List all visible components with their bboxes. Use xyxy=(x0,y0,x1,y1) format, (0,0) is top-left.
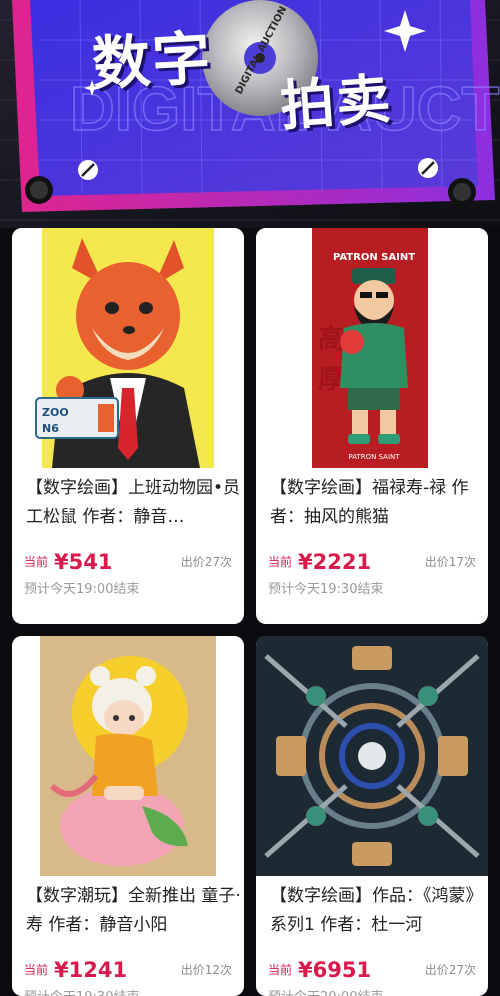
banner-title-right: 拍卖 xyxy=(278,67,395,138)
item-title: 【数字绘画】福禄寿-禄 作者：抽风的熊猫 xyxy=(270,478,469,527)
artwork-image: ZOO N6 xyxy=(12,228,244,468)
current-price: ¥541 xyxy=(54,550,113,574)
current-label: 当前 xyxy=(24,555,49,569)
end-time: 预计今天19:30结束 xyxy=(268,582,384,597)
end-time: 预计今天20:00结束 xyxy=(268,986,383,996)
current-price: ¥2221 xyxy=(298,550,372,574)
current-price: ¥1241 xyxy=(54,958,128,982)
auction-banner[interactable]: DIGITAL AUCTION 数字 拍卖 DIGITAL AUCTION xyxy=(0,0,500,228)
svg-text:N6: N6 xyxy=(42,422,59,435)
svg-text:ZOO: ZOO xyxy=(42,406,69,419)
auction-item-card[interactable]: 【数字潮玩】全新推出 童子·寿 作者：静音小阳 当前 ¥1241 出价12次 预… xyxy=(12,636,244,996)
artwork-image xyxy=(12,636,244,876)
artwork-image xyxy=(256,636,488,876)
bid-count: 出价12次 xyxy=(180,963,232,977)
item-title: 【数字绘画】上班动物园•员工松鼠 作者：静音… xyxy=(26,478,241,527)
current-price: ¥6951 xyxy=(298,958,372,982)
price-row: 当前 ¥2221 出价17次 xyxy=(268,546,476,574)
end-time: 预计今天19:30结束 xyxy=(24,986,139,996)
abstract-mechanical-art-icon xyxy=(256,636,488,876)
auction-item-card[interactable]: ZOO N6 【数字绘画】上班动物园•员工松鼠 作者：静音… 当前 ¥541 出… xyxy=(12,228,244,624)
squirrel-in-suit-icon: ZOO N6 xyxy=(12,228,244,468)
svg-text:PATRON SAINT: PATRON SAINT xyxy=(348,453,400,461)
banner-title-left: 数字 xyxy=(90,23,214,99)
bid-count: 出价17次 xyxy=(424,555,476,569)
current-label: 当前 xyxy=(268,555,293,569)
child-on-peach-icon xyxy=(12,636,244,876)
price-row: 当前 ¥1241 出价12次 xyxy=(24,954,232,982)
item-title: 【数字潮玩】全新推出 童子·寿 作者：静音小阳 xyxy=(26,886,241,935)
svg-text:PATRON SAINT: PATRON SAINT xyxy=(333,252,415,263)
item-title: 【数字绘画】作品：《鸿蒙》系列1 作者：杜一河 xyxy=(270,886,483,935)
banner-artwork: DIGITAL AUCTION xyxy=(0,0,500,228)
artwork-image: PATRON SAINT 高官 厚禄 PATRON SAINT xyxy=(256,228,488,468)
end-time: 预计今天19:00结束 xyxy=(24,582,140,597)
bid-count: 出价27次 xyxy=(180,555,232,569)
price-row: 当前 ¥6951 出价27次 xyxy=(268,954,476,982)
auction-item-card[interactable]: PATRON SAINT 高官 厚禄 PATRON SAINT 【数字绘画】福禄… xyxy=(256,228,488,624)
patron-saint-character-icon: PATRON SAINT 高官 厚禄 PATRON SAINT xyxy=(256,228,488,468)
auction-item-card[interactable]: 【数字绘画】作品：《鸿蒙》系列1 作者：杜一河 当前 ¥6951 出价27次 预… xyxy=(256,636,488,996)
bid-count: 出价27次 xyxy=(424,963,476,977)
price-row: 当前 ¥541 出价27次 xyxy=(24,546,232,574)
current-label: 当前 xyxy=(24,963,49,977)
current-label: 当前 xyxy=(268,963,293,977)
